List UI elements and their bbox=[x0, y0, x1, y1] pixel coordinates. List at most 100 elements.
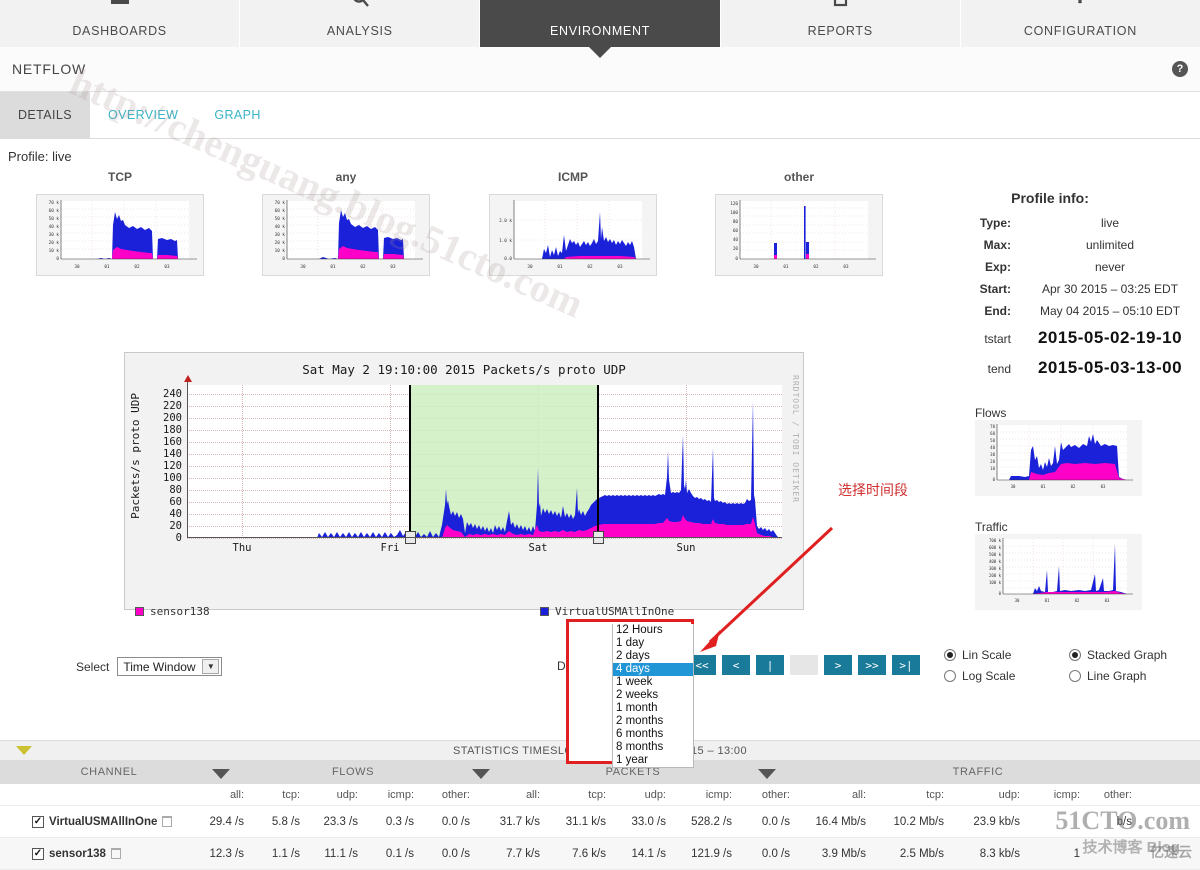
mini-graph-any[interactable]: any 70 k 60 k 50 k 40 k 30 k 20 k 10 k 0 bbox=[262, 170, 430, 276]
subheader-cell[interactable]: tcp: bbox=[252, 789, 308, 801]
dropdown-option[interactable]: 2 days bbox=[613, 650, 693, 663]
cell-traffic-tcp: 10.2 Mb/s bbox=[893, 815, 945, 828]
legend-item-virtualusm: VirtualUSMAllInOne bbox=[540, 605, 674, 618]
dropdown-option[interactable]: 2 weeks bbox=[613, 689, 693, 702]
sort-down-icon[interactable] bbox=[758, 769, 776, 779]
group-header-label: FLOWS bbox=[331, 766, 375, 778]
dropdown-option-selected[interactable]: 4 days bbox=[613, 663, 693, 676]
tstart-label: tstart bbox=[984, 332, 1011, 346]
network-icon bbox=[587, 0, 613, 11]
mini-graph-other[interactable]: other 120 100 80 60 40 20 0 30 01 02 03 bbox=[715, 170, 883, 276]
svg-text:60 k: 60 k bbox=[49, 208, 60, 214]
nav-fast-forward-button[interactable]: >> bbox=[858, 655, 886, 675]
cell-flows-all: 29.4 /s bbox=[209, 815, 244, 828]
subheader-cell[interactable]: other: bbox=[422, 789, 478, 801]
subheader-cell[interactable]: other: bbox=[1088, 789, 1140, 801]
nav-tab-environment[interactable]: ENVIRONMENT bbox=[480, 0, 721, 58]
trash-icon[interactable] bbox=[162, 816, 173, 827]
profile-info-row-end: End: May 04 2015 – 05:10 EDT bbox=[905, 304, 1195, 318]
dropdown-option[interactable]: 8 months bbox=[613, 741, 693, 754]
svg-text:10 k: 10 k bbox=[49, 248, 60, 254]
wrench-icon bbox=[1067, 0, 1093, 11]
time-range-dropdown-list[interactable]: 12 Hours 1 day 2 days 4 days 1 week 2 we… bbox=[612, 624, 694, 768]
radio-log-scale[interactable]: Log Scale bbox=[944, 669, 1069, 683]
svg-text:70 k: 70 k bbox=[275, 200, 286, 206]
sort-down-icon[interactable] bbox=[472, 769, 490, 779]
subheader-cell[interactable]: tcp: bbox=[874, 789, 952, 801]
svg-text:0.0: 0.0 bbox=[504, 256, 512, 262]
subheader-cell[interactable]: icmp: bbox=[1028, 789, 1088, 801]
nav-tab-reports[interactable]: REPORTS bbox=[720, 0, 961, 47]
dropdown-option[interactable]: 1 month bbox=[613, 702, 693, 715]
svg-text:30 k: 30 k bbox=[49, 232, 60, 238]
nav-forward-button[interactable]: > bbox=[824, 655, 852, 675]
row-checkbox[interactable]: ✓ bbox=[32, 815, 44, 828]
tab-details[interactable]: DETAILS bbox=[0, 92, 90, 138]
subheader-cell[interactable]: icmp: bbox=[366, 789, 422, 801]
subheader-cell[interactable]: udp: bbox=[952, 789, 1028, 801]
xtick: Thu bbox=[232, 542, 252, 554]
ytick: 200 bbox=[163, 412, 182, 424]
svg-text:20 k: 20 k bbox=[49, 240, 60, 246]
tab-graph[interactable]: GRAPH bbox=[196, 92, 278, 138]
nav-tab-analysis[interactable]: ANALYSIS bbox=[240, 0, 481, 47]
subheader-cell[interactable]: tcp: bbox=[548, 789, 614, 801]
nav-tab-label: CONFIGURATION bbox=[1023, 24, 1137, 38]
table-row[interactable]: ✓ sensor138 12.3 /s 1.1 /s 11.1 /s 0.1 /… bbox=[0, 838, 1200, 870]
mini-graph-icmp[interactable]: ICMP 2.0 k 1.0 k 0.0 30 01 02 03 bbox=[489, 170, 657, 276]
help-circle-icon[interactable]: ? bbox=[1172, 61, 1188, 77]
svg-text:60 k: 60 k bbox=[275, 208, 286, 214]
main-graph-plot[interactable]: 0 20 40 60 80 100 120 140 160 180 200 22… bbox=[163, 375, 782, 554]
mini-graph-canvas: 70 k 60 k 50 k 40 k 30 k 20 k 10 k 0 30 01 02 03 bbox=[262, 194, 430, 276]
subheader-cell[interactable]: icmp: bbox=[674, 789, 740, 801]
svg-text:120: 120 bbox=[730, 201, 738, 207]
dashboard-grid-icon bbox=[107, 0, 133, 11]
subheader-cell[interactable]: udp: bbox=[614, 789, 674, 801]
mini-graph-title: any bbox=[335, 170, 357, 184]
scale-row-2: Log Scale Line Graph bbox=[944, 669, 1194, 683]
subheader-cell[interactable]: other: bbox=[740, 789, 798, 801]
ytick: 60 bbox=[169, 496, 182, 508]
dropdown-option[interactable]: 2 months bbox=[613, 715, 693, 728]
nav-tab-dashboards[interactable]: DASHBOARDS bbox=[0, 0, 241, 47]
nav-last-button[interactable]: >| bbox=[892, 655, 920, 675]
radio-stacked-graph[interactable]: Stacked Graph bbox=[1069, 648, 1194, 662]
dropdown-option[interactable]: 1 year bbox=[613, 754, 693, 767]
legend-swatch bbox=[540, 607, 549, 616]
mini-graph-tcp[interactable]: TCP 70 k 60 k 50 k 40 k 30 k 20 k 10 k 0 bbox=[36, 170, 204, 276]
table-row[interactable]: ✓ VirtualUSMAllInOne 29.4 /s 5.8 /s 23.3… bbox=[0, 806, 1200, 838]
ytick: 40 bbox=[169, 508, 182, 520]
ytick: 180 bbox=[163, 424, 182, 436]
legend-label: VirtualUSMAllInOne bbox=[555, 605, 675, 618]
select-value: Time Window bbox=[123, 659, 196, 674]
channel-cell: ✓ VirtualUSMAllInOne bbox=[0, 815, 188, 828]
document-icon bbox=[827, 0, 853, 11]
dropdown-option[interactable]: 12 Hours bbox=[613, 624, 693, 637]
dropdown-option[interactable]: 6 months bbox=[613, 728, 693, 741]
active-tab-caret bbox=[589, 47, 611, 58]
page-title: NETFLOW bbox=[12, 61, 87, 77]
ytick: 140 bbox=[163, 448, 182, 460]
legend-swatch bbox=[135, 607, 144, 616]
dropdown-option[interactable]: 1 day bbox=[613, 637, 693, 650]
ytick: 240 bbox=[163, 388, 182, 400]
sort-down-icon[interactable] bbox=[212, 769, 230, 779]
time-window-select[interactable]: Time Window ▼ bbox=[117, 657, 223, 676]
ytick: 80 bbox=[169, 484, 182, 496]
subheader-cell[interactable]: udp: bbox=[308, 789, 366, 801]
graph-nav-buttons: << < | > >> >| bbox=[688, 655, 920, 675]
radio-lin-scale[interactable]: Lin Scale bbox=[944, 648, 1069, 662]
trash-icon[interactable] bbox=[110, 848, 121, 859]
ytick: 160 bbox=[163, 436, 182, 448]
nav-tab-configuration[interactable]: CONFIGURATION bbox=[960, 0, 1200, 47]
svg-text:01: 01 bbox=[557, 264, 563, 270]
nav-back-button[interactable]: < bbox=[722, 655, 750, 675]
radio-line-graph[interactable]: Line Graph bbox=[1069, 669, 1194, 683]
subheader-cell[interactable]: all: bbox=[478, 789, 548, 801]
profile-label: Profile: live bbox=[8, 149, 72, 164]
subheader-cell[interactable]: all: bbox=[188, 789, 252, 801]
dropdown-option[interactable]: 1 week bbox=[613, 676, 693, 689]
tab-overview[interactable]: OVERVIEW bbox=[90, 92, 196, 138]
nav-mark-button[interactable]: | bbox=[756, 655, 784, 675]
subheader-cell[interactable]: all: bbox=[798, 789, 874, 801]
